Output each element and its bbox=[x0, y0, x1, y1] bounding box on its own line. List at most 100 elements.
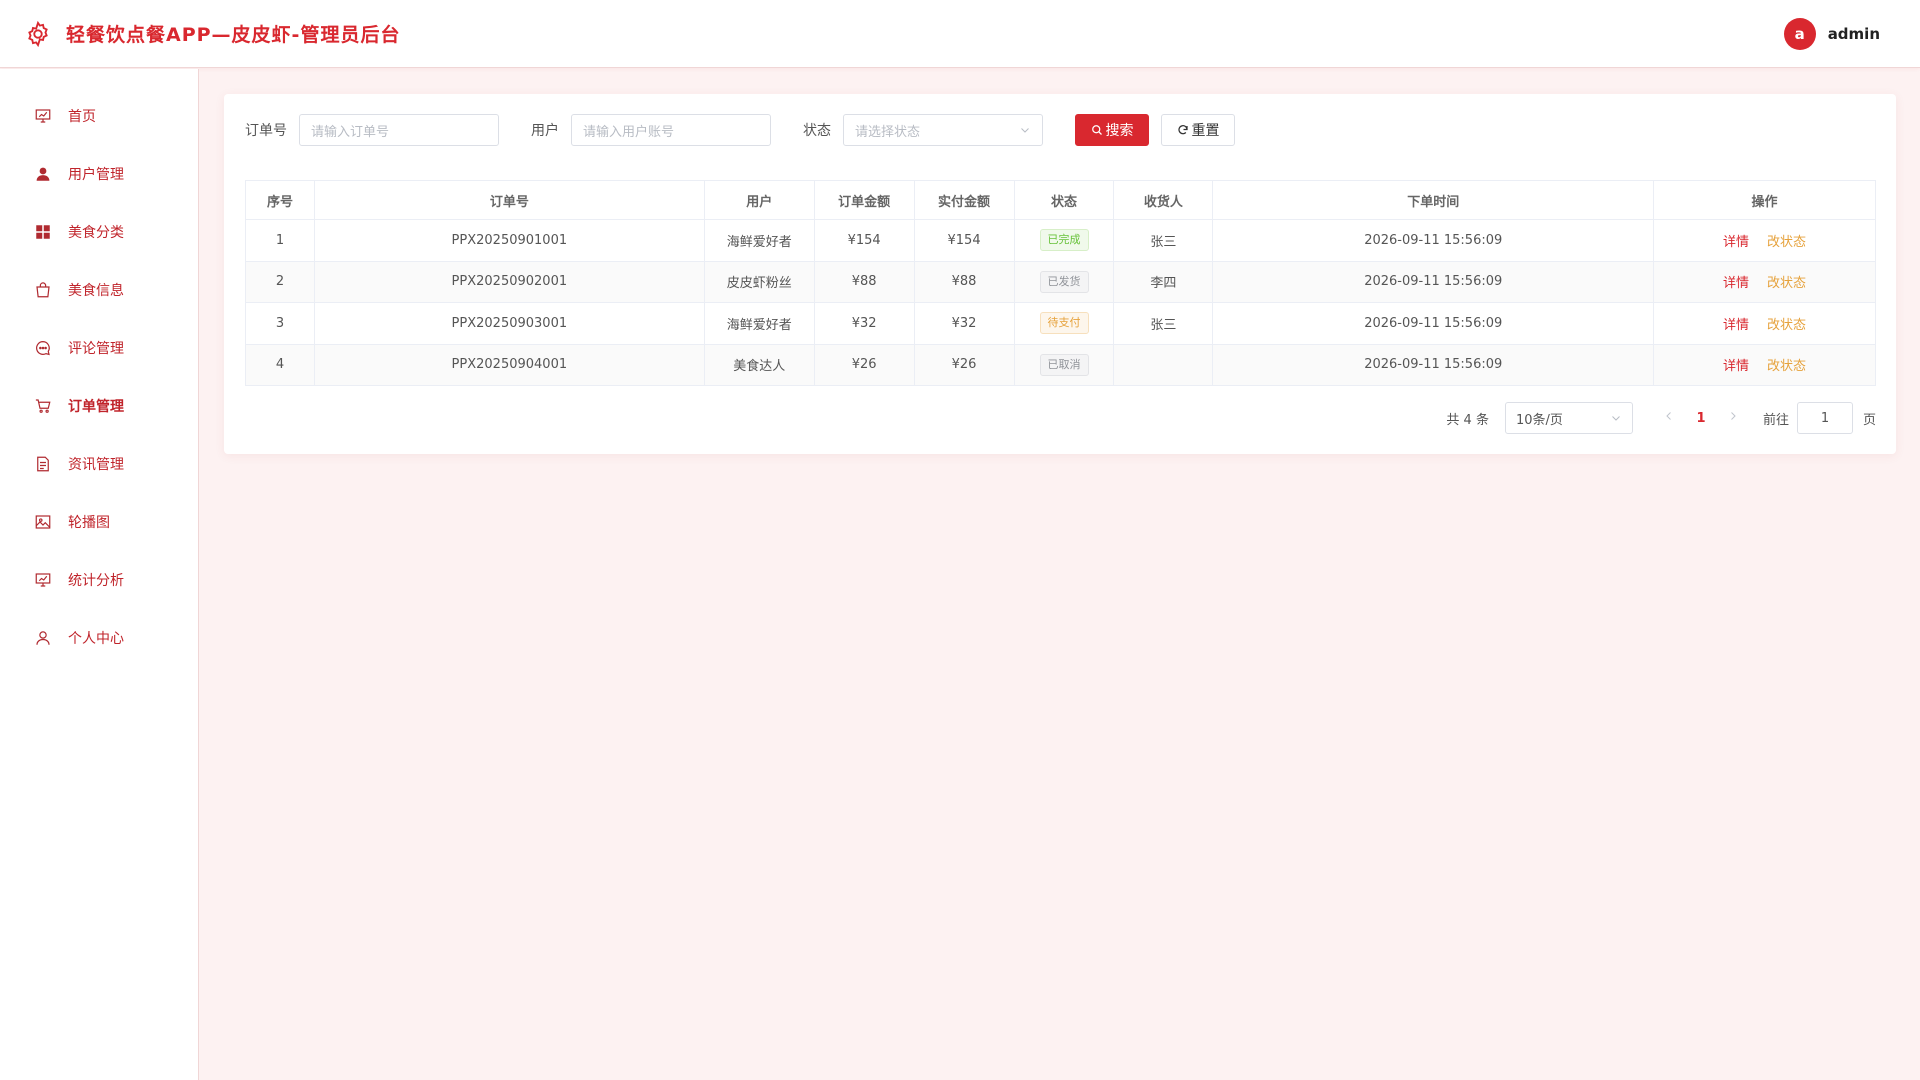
cell-index: 1 bbox=[245, 219, 315, 262]
col-header-status: 状态 bbox=[1013, 180, 1115, 220]
sidebar-item-users[interactable]: 用户管理 bbox=[0, 145, 198, 203]
avatar[interactable]: a bbox=[1783, 17, 1816, 50]
sidebar-item-label: 统计分析 bbox=[68, 573, 124, 589]
col-header-actions: 操作 bbox=[1653, 180, 1876, 220]
picture-icon bbox=[35, 515, 51, 529]
status-select[interactable]: 请选择状态 bbox=[843, 114, 1043, 146]
cell-order-no: PPX20250903001 bbox=[313, 302, 705, 345]
cell-index: 3 bbox=[245, 302, 315, 345]
col-header-order-no: 订单号 bbox=[313, 180, 705, 220]
next-page-button[interactable] bbox=[1717, 410, 1749, 426]
search-icon bbox=[1091, 125, 1102, 135]
status-badge: 已完成 bbox=[1039, 229, 1089, 252]
cell-time: 2026-09-11 15:56:09 bbox=[1212, 219, 1655, 262]
user-account-input[interactable]: 请输入用户账号 bbox=[571, 114, 771, 146]
chat-icon bbox=[36, 341, 50, 356]
cell-order-no: PPX20250901001 bbox=[313, 219, 705, 262]
cell-time: 2026-09-11 15:56:09 bbox=[1212, 302, 1655, 345]
table-row: 1 PPX20250901001 海鲜爱好者 ¥154 ¥154 已完成 张三 … bbox=[245, 219, 1876, 262]
username[interactable]: admin bbox=[1828, 25, 1880, 43]
chevron-left-icon bbox=[1666, 412, 1671, 420]
chevron-down-icon bbox=[1612, 416, 1620, 421]
sidebar-item-statistics[interactable]: 统计分析 bbox=[0, 551, 198, 609]
search-button-label: 搜索 bbox=[1105, 123, 1134, 139]
order-panel: 订单号 请输入订单号 用户 请输入用户账号 状态 请选择状态 搜索 重置 序号 … bbox=[224, 94, 1896, 454]
sidebar-item-profile[interactable]: 个人中心 bbox=[0, 609, 198, 667]
order-no-input[interactable]: 请输入订单号 bbox=[299, 114, 499, 146]
col-header-user: 用户 bbox=[703, 180, 815, 220]
status-select-placeholder: 请选择状态 bbox=[855, 124, 921, 140]
sidebar-item-news[interactable]: 资讯管理 bbox=[0, 435, 198, 493]
sidebar-item-label: 资讯管理 bbox=[68, 457, 124, 473]
detail-link[interactable]: 详情 bbox=[1723, 276, 1749, 291]
sidebar-item-label: 订单管理 bbox=[68, 399, 124, 415]
cell-user: 美食达人 bbox=[703, 343, 815, 386]
change-status-link[interactable]: 改状态 bbox=[1767, 235, 1806, 250]
status-badge: 待支付 bbox=[1039, 312, 1089, 335]
user-icon bbox=[36, 167, 50, 181]
total-count: 共 4 条 bbox=[1446, 412, 1489, 428]
user-label: 用户 bbox=[531, 123, 559, 139]
refresh-icon bbox=[1177, 125, 1188, 135]
status-badge: 已发货 bbox=[1039, 270, 1089, 293]
sidebar-item-label: 轮播图 bbox=[68, 515, 110, 531]
cell-paid: ¥26 bbox=[913, 343, 1015, 386]
change-status-link[interactable]: 改状态 bbox=[1767, 276, 1806, 291]
cell-index: 4 bbox=[245, 343, 315, 386]
monitor-chart-icon bbox=[35, 573, 51, 587]
col-header-receiver: 收货人 bbox=[1113, 180, 1214, 220]
user-menu[interactable]: a admin bbox=[1783, 17, 1896, 50]
page-number-current[interactable]: 1 bbox=[1685, 411, 1717, 426]
cell-receiver: 张三 bbox=[1113, 302, 1214, 345]
reset-button[interactable]: 重置 bbox=[1161, 114, 1235, 146]
chevron-right-icon bbox=[1731, 412, 1736, 420]
table-row: 3 PPX20250903001 海鲜爱好者 ¥32 ¥32 待支付 张三 20… bbox=[245, 302, 1876, 345]
cell-receiver bbox=[1113, 343, 1214, 386]
cell-amount: ¥88 bbox=[813, 260, 915, 303]
cell-amount: ¥26 bbox=[813, 343, 915, 386]
cell-paid: ¥88 bbox=[913, 260, 1015, 303]
detail-link[interactable]: 详情 bbox=[1723, 318, 1749, 333]
user-outline-icon bbox=[36, 631, 50, 645]
sidebar-item-label: 评论管理 bbox=[68, 341, 124, 357]
search-button[interactable]: 搜索 bbox=[1075, 114, 1149, 146]
grid-icon bbox=[36, 225, 50, 239]
page-size-select[interactable]: 10条/页 bbox=[1504, 402, 1633, 434]
detail-link[interactable]: 详情 bbox=[1723, 359, 1749, 374]
detail-link[interactable]: 详情 bbox=[1723, 235, 1749, 250]
cell-status: 已取消 bbox=[1013, 343, 1115, 386]
status-label: 状态 bbox=[803, 123, 831, 139]
prev-page-button[interactable] bbox=[1653, 410, 1685, 426]
cell-user: 皮皮虾粉丝 bbox=[703, 260, 815, 303]
change-status-link[interactable]: 改状态 bbox=[1767, 318, 1806, 333]
sidebar-item-food-info[interactable]: 美食信息 bbox=[0, 261, 198, 319]
gear-icon bbox=[28, 20, 48, 47]
cell-time: 2026-09-11 15:56:09 bbox=[1212, 260, 1655, 303]
order-no-label: 订单号 bbox=[245, 123, 287, 139]
table-header-row: 序号 订单号 用户 订单金额 实付金额 状态 收货人 下单时间 操作 bbox=[245, 180, 1876, 220]
reset-button-label: 重置 bbox=[1191, 123, 1220, 139]
cell-status: 待支付 bbox=[1013, 302, 1115, 345]
goto-page-input[interactable]: 1 bbox=[1796, 402, 1853, 434]
page-size-value: 10条/页 bbox=[1515, 412, 1563, 428]
sidebar-item-label: 首页 bbox=[68, 109, 96, 125]
cell-actions: 详情 改状态 bbox=[1653, 343, 1876, 386]
goto-label: 前往 bbox=[1762, 412, 1789, 428]
cart-icon bbox=[35, 399, 51, 413]
col-header-index: 序号 bbox=[245, 180, 315, 220]
cell-paid: ¥154 bbox=[913, 219, 1015, 262]
cell-receiver: 张三 bbox=[1113, 219, 1214, 262]
sidebar-item-food-category[interactable]: 美食分类 bbox=[0, 203, 198, 261]
change-status-link[interactable]: 改状态 bbox=[1767, 359, 1806, 374]
cell-user: 海鲜爱好者 bbox=[703, 219, 815, 262]
sidebar-item-orders[interactable]: 订单管理 bbox=[0, 377, 198, 435]
table-row: 4 PPX20250904001 美食达人 ¥26 ¥26 已取消 2026-0… bbox=[245, 343, 1876, 386]
cell-status: 已发货 bbox=[1013, 260, 1115, 303]
sidebar-item-comments[interactable]: 评论管理 bbox=[0, 319, 198, 377]
sidebar-item-carousel[interactable]: 轮播图 bbox=[0, 493, 198, 551]
sidebar-item-home[interactable]: 首页 bbox=[0, 87, 198, 145]
status-badge: 已取消 bbox=[1039, 353, 1089, 376]
cell-receiver: 李四 bbox=[1113, 260, 1214, 303]
sidebar-item-label: 美食分类 bbox=[68, 225, 124, 241]
monitor-chart-icon bbox=[35, 109, 51, 123]
